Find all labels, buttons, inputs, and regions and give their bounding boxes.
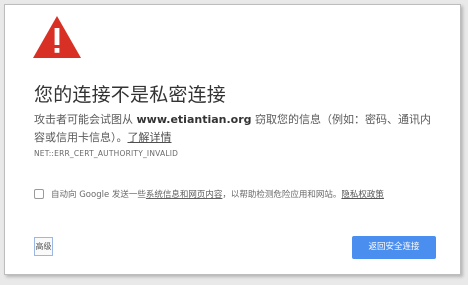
description-prefix: 攻击者可能会试图从 — [34, 113, 137, 126]
error-code: NET::ERR_CERT_AUTHORITY_INVALID — [34, 149, 179, 158]
safe-browsing-checkbox[interactable] — [34, 189, 44, 199]
warning-triangle-icon — [33, 16, 81, 58]
error-description: 攻击者可能会试图从 www.etiantian.org 窃取您的信息（例如：密码… — [34, 111, 442, 147]
safe-browsing-opt-in: 自动向 Google 发送一些 系统信息和网页内容 ，以帮助检测危险应用和网站。 隐私… — [34, 188, 384, 200]
learn-more-link[interactable]: 了解详情 — [128, 131, 172, 144]
system-info-link[interactable]: 系统信息和网页内容 — [146, 188, 223, 200]
back-to-safety-button[interactable]: 返回安全连接 — [352, 236, 436, 259]
interstitial-page: 您的连接不是私密连接 攻击者可能会试图从 www.etiantian.org 窃… — [4, 4, 461, 275]
advanced-button[interactable]: 高级 — [34, 237, 53, 256]
site-domain: www.etiantian.org — [136, 113, 252, 126]
privacy-policy-link[interactable]: 隐私权政策 — [341, 188, 384, 200]
checkbox-text-prefix: 自动向 Google 发送一些 — [51, 190, 146, 200]
page-title: 您的连接不是私密连接 — [34, 84, 227, 106]
checkbox-text-suffix: ，以帮助检测危险应用和网站。 — [222, 190, 342, 200]
